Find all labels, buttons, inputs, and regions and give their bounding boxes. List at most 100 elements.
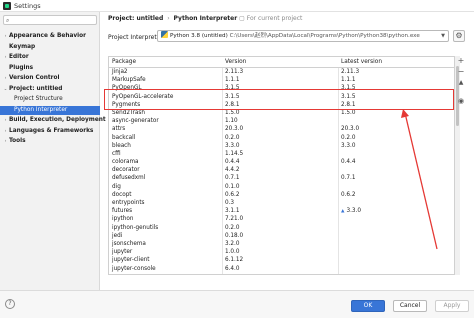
table-row[interactable]: jupyter 1.0.0 <box>109 248 454 256</box>
table-body: Jinja2 2.11.3 2.11.3 MarkupSafe 1.1.1 1.1.1 Py… <box>109 68 454 273</box>
table-row[interactable]: colorama 0.4.4 0.4.4 <box>109 158 454 166</box>
sidebar-item-appearance-behavior[interactable]: › Appearance & Behavior <box>0 32 100 41</box>
table-row[interactable]: Jinja2 2.11.3 2.11.3 <box>109 68 454 76</box>
sidebar-item-label: Python Interpreter <box>14 106 68 113</box>
package-name-cell: Send2Trash <box>112 109 145 116</box>
sidebar-item-label: Editor <box>9 54 29 60</box>
table-row[interactable]: async-generator 1.10 <box>109 117 454 125</box>
table-row[interactable]: MarkupSafe 1.1.1 1.1.1 <box>109 76 454 84</box>
table-row[interactable]: PyOpenGL 3.1.5 3.1.5 <box>109 84 454 92</box>
table-row[interactable]: bleach 3.3.0 3.3.0 <box>109 142 454 150</box>
package-name-cell: ipython <box>112 216 134 223</box>
chevron-icon: › <box>4 76 7 81</box>
sidebar-item-label: Project: untitled <box>9 85 63 92</box>
table-row[interactable]: dig 0.1.0 <box>109 183 454 191</box>
sidebar-item-label: Keymap <box>9 43 36 50</box>
chevron-icon: › <box>4 128 7 134</box>
sidebar-item-tools[interactable]: › Tools <box>0 137 100 146</box>
table-row[interactable]: Send2Trash 1.5.0 1.5.0 <box>109 109 454 117</box>
minus-icon: − <box>457 67 465 76</box>
version-cell: 3.1.1 <box>225 208 240 215</box>
breadcrumb-scope: For current project <box>246 15 303 22</box>
sidebar-item-languages-frameworks[interactable]: › Languages & Frameworks <box>0 127 100 136</box>
settings-search-input[interactable]: ⌕ <box>3 15 97 25</box>
package-name-cell: docopt <box>112 191 132 198</box>
table-row[interactable]: entrypoints 0.3 <box>109 199 454 207</box>
table-row[interactable]: ipython 7.21.0 <box>109 215 454 223</box>
table-row[interactable]: backcall 0.2.0 0.2.0 <box>109 134 454 142</box>
table-row[interactable]: PyOpenGL-accelerate 3.1.5 3.1.5 <box>109 93 454 101</box>
package-name-cell: jsonschema <box>112 240 146 247</box>
table-row[interactable]: attrs 20.3.0 20.3.0 <box>109 125 454 133</box>
sidebar-item-label: Tools <box>9 138 26 144</box>
sidebar-item-label: Languages & Frameworks <box>9 127 94 134</box>
breadcrumb-project[interactable]: Project: untitled <box>108 15 163 22</box>
interpreter-path: C:\Users\赵烈\AppData\Local\Programs\Pytho… <box>229 33 420 39</box>
latest-version-cell: 0.7.1 <box>341 175 356 182</box>
header-package[interactable]: Package <box>112 59 136 65</box>
show-early-releases-button[interactable]: ◉ <box>455 96 467 106</box>
breadcrumb-separator: › <box>167 15 170 22</box>
table-row[interactable]: jsonschema 3.2.0 <box>109 240 454 248</box>
header-version[interactable]: Version <box>225 59 246 65</box>
version-cell: 6.4.0 <box>225 265 240 272</box>
version-cell: 0.2.0 <box>225 224 240 231</box>
package-name-cell: ipython-genutils <box>112 224 159 231</box>
version-cell: 0.3 <box>225 200 235 206</box>
version-cell: 2.8.1 <box>225 101 240 108</box>
interpreter-settings-gear-button[interactable]: ⚙ <box>453 30 465 42</box>
breadcrumb-page: Python Interpreter <box>173 15 238 22</box>
table-row[interactable]: ipython-genutils 0.2.0 <box>109 224 454 232</box>
chevron-icon: › <box>4 139 7 144</box>
interpreter-select[interactable]: Python 3.8 (untitled) C:\Users\赵烈\AppDat… <box>157 30 449 42</box>
add-package-button[interactable]: + <box>455 56 467 66</box>
ok-button[interactable]: OK <box>351 300 385 312</box>
sidebar-item-build-execution-deployment[interactable]: › Build, Execution, Deployment <box>0 116 106 125</box>
upgrade-package-button[interactable]: ▲ <box>455 78 467 88</box>
latest-version-cell: 3.3.0 <box>341 142 356 149</box>
table-scrollbar[interactable] <box>455 56 460 275</box>
sidebar-item-project-untitled[interactable]: ⌄ Project: untitled <box>0 85 100 94</box>
sidebar-item-plugins[interactable]: Plugins <box>0 64 100 73</box>
table-row[interactable]: jupyter-console 6.4.0 <box>109 265 454 273</box>
sidebar-item-python-interpreter[interactable]: Python Interpreter <box>0 105 100 115</box>
table-row[interactable]: Pygments 2.8.1 2.8.1 <box>109 101 454 109</box>
chevron-icon: › <box>4 34 7 39</box>
package-name-cell: PyOpenGL-accelerate <box>112 93 174 100</box>
upgrade-available-icon: ▲ <box>341 209 345 215</box>
latest-version-cell: 3.1.5 <box>341 93 356 100</box>
version-cell: 7.21.0 <box>225 216 244 223</box>
chevron-icon: ⌄ <box>3 86 8 92</box>
table-row[interactable]: decorator 4.4.2 <box>109 166 454 174</box>
sidebar-item-project-structure[interactable]: Project Structure <box>0 95 100 104</box>
chevron-down-icon: ▼ <box>441 33 445 39</box>
version-cell: 3.1.5 <box>225 85 240 92</box>
version-cell: 3.1.5 <box>225 93 240 100</box>
table-row[interactable]: defusedxml 0.7.1 0.7.1 <box>109 174 454 182</box>
package-name-cell: jupyter-client <box>112 257 150 264</box>
table-row[interactable]: futures 3.1.1 ▲ 3.3.0 <box>109 207 454 215</box>
table-row[interactable]: jupyter-client 6.1.12 <box>109 256 454 264</box>
package-name-cell: entrypoints <box>112 200 145 206</box>
package-name-cell: Pygments <box>112 101 141 108</box>
header-latest-version[interactable]: Latest version <box>341 59 382 65</box>
version-cell: 0.4.4 <box>225 159 240 166</box>
remove-package-button[interactable]: − <box>455 67 467 77</box>
version-cell: 4.4.2 <box>225 167 240 174</box>
search-icon: ⌕ <box>6 17 10 24</box>
table-row[interactable]: cffi 1.14.5 <box>109 150 454 158</box>
sidebar-item-version-control[interactable]: › Version Control <box>0 74 100 83</box>
table-row[interactable]: docopt 0.6.2 0.6.2 <box>109 191 454 199</box>
table-row[interactable]: jedi 0.18.0 <box>109 232 454 240</box>
package-table: Package Version Latest version Jinja2 2.1… <box>108 56 455 275</box>
cancel-button[interactable]: Cancel <box>393 300 427 312</box>
plus-icon: + <box>457 56 465 65</box>
version-cell: 2.11.3 <box>225 69 244 75</box>
sidebar-item-editor[interactable]: › Editor <box>0 53 100 62</box>
apply-button[interactable]: Apply <box>435 300 469 312</box>
latest-version-cell: 0.4.4 <box>341 159 356 166</box>
sidebar-item-label: Version Control <box>9 75 60 81</box>
sidebar-item-keymap[interactable]: Keymap <box>0 43 100 52</box>
package-name-cell: futures <box>112 208 133 215</box>
help-icon[interactable]: ? <box>5 299 15 309</box>
